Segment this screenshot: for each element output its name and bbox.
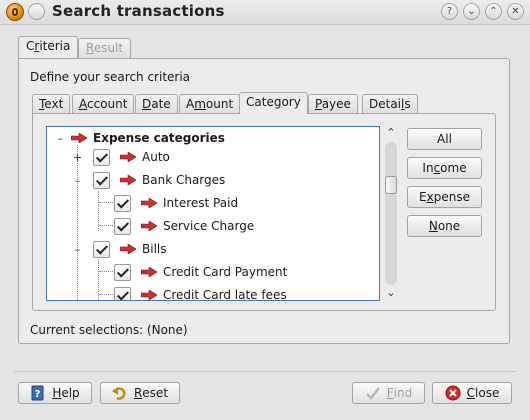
- collapse-icon[interactable]: –: [73, 243, 82, 256]
- checkbox[interactable]: [93, 172, 110, 189]
- category-arrow-icon: [120, 175, 136, 185]
- tree-item-label: Bills: [142, 242, 167, 256]
- checkbox[interactable]: [93, 241, 110, 258]
- tab-amount[interactable]: Amount: [179, 94, 241, 114]
- close-button[interactable]: Close: [432, 382, 512, 404]
- find-button[interactable]: Find: [352, 382, 425, 404]
- help-icon[interactable]: ?: [441, 3, 458, 20]
- category-arrow-icon: [120, 152, 136, 162]
- checkbox[interactable]: [114, 264, 131, 281]
- current-selections: Current selections: (None): [30, 323, 188, 337]
- tree-item-label: Service Charge: [163, 219, 255, 233]
- tab-payee[interactable]: Payee: [308, 94, 358, 114]
- category-arrow-icon: [141, 290, 157, 300]
- collapse-icon[interactable]: –: [56, 132, 65, 145]
- category-arrow-icon: [141, 198, 157, 208]
- tree-item-label: Credit Card Payment: [163, 265, 288, 279]
- select-all-button[interactable]: All: [407, 128, 482, 150]
- category-arrow-icon: [71, 133, 87, 143]
- scroll-track[interactable]: [385, 142, 397, 285]
- tab-result[interactable]: Result: [78, 38, 132, 58]
- svg-text:?: ?: [35, 389, 41, 400]
- category-arrow-icon: [141, 221, 157, 231]
- checkbox[interactable]: [114, 195, 131, 212]
- tab-account[interactable]: Account: [72, 94, 135, 114]
- tree-item-bank-charges[interactable]: – Bank Charges: [47, 169, 379, 192]
- reset-button[interactable]: Reset: [100, 382, 180, 404]
- help-button[interactable]: ? Help: [18, 382, 92, 404]
- tab-text[interactable]: Text: [32, 94, 71, 114]
- tab-criteria[interactable]: Criteria: [18, 36, 79, 58]
- window-title: Search transactions: [52, 2, 225, 20]
- tree-item-label: Expense categories: [93, 131, 225, 145]
- category-tree[interactable]: – Expense categories + Auto – Bank Charg…: [46, 126, 380, 301]
- help-book-icon: ?: [31, 385, 44, 401]
- scroll-down-icon[interactable]: ⌄: [384, 286, 398, 300]
- close-icon[interactable]: ✕: [507, 3, 524, 20]
- tree-item-label: Auto: [142, 150, 170, 164]
- select-expense-button[interactable]: Ex pense: [407, 186, 482, 208]
- title-bar[interactable]: Search transactions ? ⌄ ⌃ ✕: [0, 0, 530, 25]
- checkbox[interactable]: [114, 218, 131, 235]
- undo-icon: [111, 387, 126, 400]
- tree-item-label: Bank Charges: [142, 173, 226, 187]
- app-icon[interactable]: [6, 3, 24, 21]
- divider: [14, 371, 516, 372]
- tab-details[interactable]: Details: [362, 94, 418, 114]
- minimize-icon[interactable]: ⌄: [463, 3, 480, 20]
- category-arrow-icon: [120, 244, 136, 254]
- close-circle-icon: [445, 385, 461, 401]
- tab-category[interactable]: Category: [239, 92, 308, 114]
- tree-item-service-charge[interactable]: Service Charge: [47, 215, 379, 238]
- checkmark-icon: [365, 387, 380, 400]
- tree-item-label: Credit Card late fees: [163, 288, 287, 301]
- select-income-button[interactable]: In c ome: [407, 157, 482, 179]
- tree-item-label: Interest Paid: [163, 196, 239, 210]
- scroll-thumb[interactable]: [385, 176, 397, 194]
- menu-icon[interactable]: [28, 3, 45, 20]
- checkbox[interactable]: [93, 149, 110, 166]
- tree-item-credit-card-payment[interactable]: Credit Card Payment: [47, 261, 379, 284]
- tree-item-bills[interactable]: – Bills: [47, 238, 379, 261]
- tree-item-credit-card-late-fees[interactable]: Credit Card late fees: [47, 284, 379, 301]
- expand-icon[interactable]: +: [73, 151, 82, 164]
- tab-date[interactable]: Date: [135, 94, 178, 114]
- tree-item-interest-paid[interactable]: Interest Paid: [47, 192, 379, 215]
- scroll-up-icon[interactable]: ⌃: [384, 126, 398, 140]
- maximize-icon[interactable]: ⌃: [485, 3, 502, 20]
- collapse-icon[interactable]: –: [73, 174, 82, 187]
- select-none-button[interactable]: None: [407, 215, 482, 237]
- tree-item-auto[interactable]: + Auto: [47, 146, 379, 169]
- criteria-heading: Define your search criteria: [30, 70, 191, 84]
- category-arrow-icon: [141, 267, 157, 277]
- tree-scrollbar[interactable]: ⌃ ⌄: [382, 126, 398, 301]
- checkbox[interactable]: [114, 287, 131, 300]
